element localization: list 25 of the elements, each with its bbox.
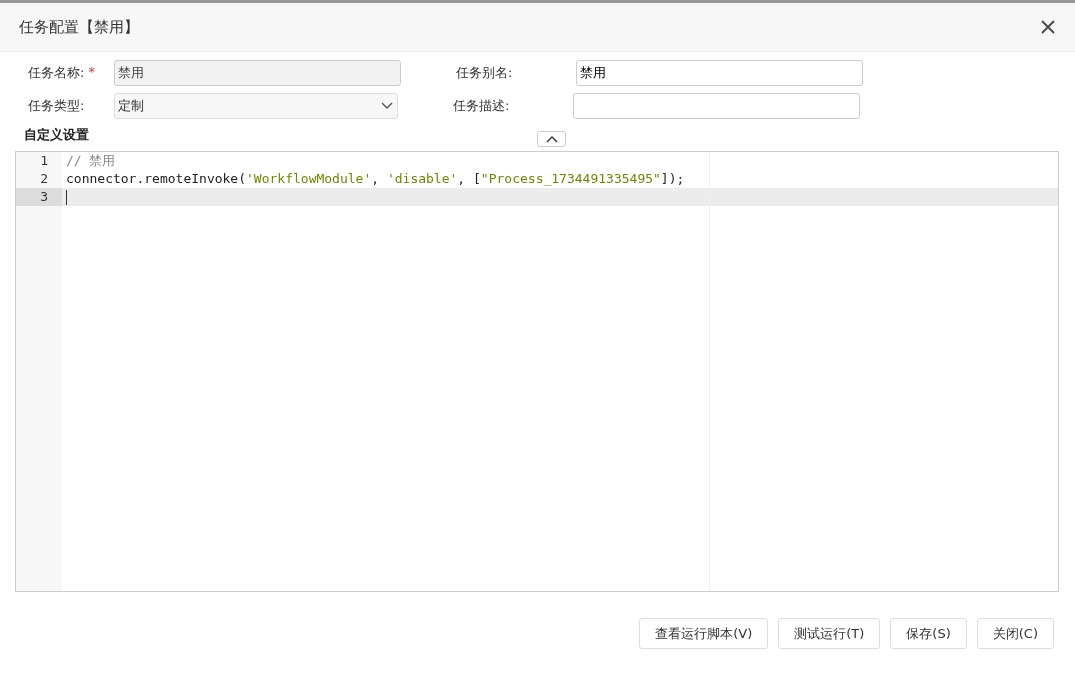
section-title: 自定义设置 <box>24 126 89 144</box>
text-cursor <box>66 189 67 205</box>
dialog-button[interactable]: 测试运行(T) <box>778 618 881 649</box>
required-mark: * <box>88 64 95 81</box>
line-number: 1 <box>39 152 49 170</box>
dropdown-field[interactable]: 定制 <box>114 93 398 119</box>
code-line: // 禁用 <box>66 152 116 170</box>
collapse-button[interactable] <box>537 131 566 147</box>
dialog-title: 任务配置【禁用】 <box>19 17 139 37</box>
input-field[interactable]: 禁用 <box>576 60 863 86</box>
chevron-down-icon <box>381 102 393 110</box>
line-number: 2 <box>39 170 49 188</box>
field-label: 任务别名: <box>456 65 513 80</box>
field-label: 任务类型: <box>28 97 85 115</box>
code-line: connector.remoteInvoke('WorkflowModule', 'disable', ["Process_1734491335495"]); <box>66 170 685 188</box>
line-number: 3 <box>16 188 62 206</box>
chevron-up-icon <box>545 135 558 143</box>
input-field[interactable] <box>573 93 860 119</box>
dialog-button[interactable]: 关闭(C) <box>976 618 1054 649</box>
field-label: 任务描述: <box>453 98 510 113</box>
dialog-button[interactable]: 保存(S) <box>890 618 967 649</box>
close-icon[interactable] <box>1041 20 1055 34</box>
field-label: 任务名称: <box>28 64 85 82</box>
code-editor[interactable]: 1 2 3 // 禁用 connector.remoteInvoke('WorkflowModule', 'disable', ["Process_1734491335495"]); <box>15 151 1059 592</box>
dialog-button[interactable]: 查看运行脚本(V) <box>639 618 769 649</box>
